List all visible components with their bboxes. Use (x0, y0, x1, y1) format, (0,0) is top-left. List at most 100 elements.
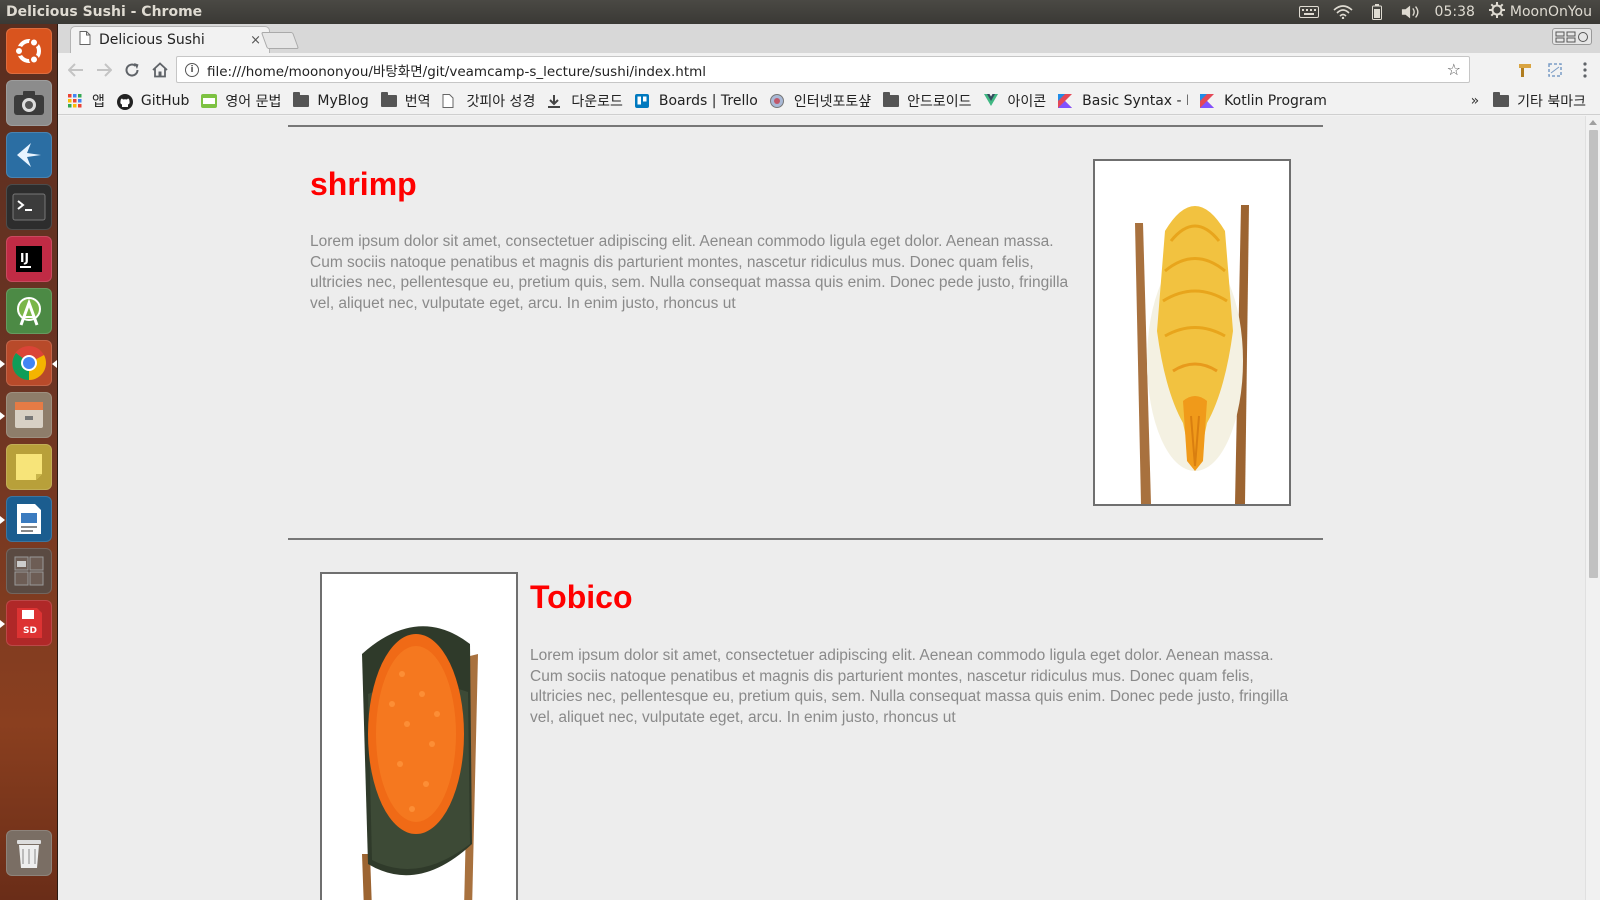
bookmark-myblog[interactable]: MyBlog (293, 91, 369, 109)
blog-icon (201, 93, 218, 108)
bookmark-label: Boards | Trello (658, 92, 758, 109)
writer-icon[interactable] (6, 496, 52, 542)
bookmark-icons[interactable]: 아이콘 (983, 91, 1046, 111)
tobico-sushi-image (320, 572, 518, 900)
bookmark-label: 다운로드 (571, 93, 623, 110)
extension-capture-icon[interactable] (1546, 61, 1564, 79)
terminal-icon[interactable] (6, 184, 52, 230)
folder-icon (293, 91, 310, 107)
clock[interactable]: 05:38 (1435, 4, 1475, 20)
remmina-icon[interactable] (6, 132, 52, 178)
svg-text:IJ: IJ (20, 251, 29, 265)
folder-icon (883, 91, 900, 107)
page-viewport[interactable]: shrimp Lorem ipsum dolor sit amet, conse… (58, 116, 1600, 900)
vue-icon (983, 93, 1000, 108)
tab-title: Delicious Sushi (99, 32, 205, 48)
address-bar[interactable]: i file:///home/moononyou/바탕화면/git/veamca… (176, 56, 1470, 83)
launcher-running-pip (0, 412, 5, 420)
window-title: Delicious Sushi - Chrome (6, 4, 203, 20)
folder-icon (380, 91, 397, 107)
page-icon (442, 93, 458, 108)
bookmark-trello[interactable]: Boards | Trello (634, 92, 758, 109)
tab-active[interactable]: Delicious Sushi × (70, 26, 270, 53)
back-icon[interactable] (62, 56, 90, 84)
home-icon[interactable] (146, 56, 174, 84)
folder-icon (1493, 91, 1510, 107)
sticky-notes-icon[interactable] (6, 444, 52, 490)
extensions-area (1516, 57, 1594, 83)
section-divider (288, 538, 1323, 540)
bookmarks-bar: 앱 GitHub 영어 문법 MyBlog 번역 갓피아 성경 다운로드 Boa… (58, 87, 1600, 115)
info-icon[interactable]: i (185, 62, 199, 77)
bookmark-translate[interactable]: 번역 (380, 91, 431, 111)
apps-grid-icon (68, 93, 84, 108)
section-divider (288, 125, 1323, 127)
system-tray: 05:38 MoonOnYou (1298, 2, 1600, 22)
github-icon (116, 93, 133, 110)
bookmark-github[interactable]: GitHub (116, 92, 190, 110)
url-text[interactable]: file:///home/moononyou/바탕화면/git/veamcamp… (207, 60, 1447, 80)
download-icon (547, 94, 563, 108)
bookmark-photoshop[interactable]: 인터넷포토샾 (769, 91, 872, 111)
launcher-active-pip (0, 360, 5, 368)
ubuntu-dash-icon[interactable] (6, 28, 52, 74)
svg-text:SD: SD (23, 626, 37, 636)
other-bookmarks-label: 기타 북마크 (1517, 93, 1586, 110)
bookmark-label: 갓피아 성경 (466, 93, 536, 110)
browser-window: Delicious Sushi × i file:///home/moonony… (58, 24, 1600, 900)
files-icon[interactable] (6, 392, 52, 438)
user-name: MoonOnYou (1509, 4, 1592, 20)
scroll-up-arrow-icon[interactable] (1589, 120, 1597, 125)
intellij-icon[interactable]: IJ (6, 236, 52, 282)
bookmark-kotlin-programming[interactable]: Kotlin Program (1200, 93, 1332, 109)
battery-icon[interactable] (1367, 4, 1387, 20)
trash-icon[interactable] (6, 830, 52, 876)
bookmark-android[interactable]: 안드로이드 (883, 91, 972, 111)
bookmark-label: 안드로이드 (907, 93, 972, 110)
section-description: Lorem ipsum dolor sit amet, consectetuer… (530, 647, 1289, 726)
section-title: shrimp (310, 166, 417, 202)
bookmark-label: 앱 (92, 93, 105, 110)
volume-icon[interactable] (1401, 4, 1421, 20)
launcher-running-pip (0, 620, 5, 628)
launcher-focus-pip (52, 360, 57, 368)
vertical-scrollbar[interactable] (1585, 116, 1600, 900)
section-description: Lorem ipsum dolor sit amet, consectetuer… (310, 233, 1069, 312)
workspaces-icon[interactable] (6, 548, 52, 594)
scrollbar-thumb[interactable] (1589, 130, 1598, 578)
bookmark-label: Basic Syntax - K (1082, 92, 1189, 109)
bookmarks-overflow-button[interactable]: » (1471, 93, 1480, 109)
keyboard-icon[interactable] (1298, 4, 1319, 20)
other-bookmarks[interactable]: 기타 북마크 (1493, 91, 1586, 111)
star-icon[interactable]: ☆ (1447, 60, 1461, 79)
bookmark-label: 인터넷포토샾 (793, 93, 872, 110)
kotlin-icon (1058, 93, 1074, 108)
reload-icon[interactable] (118, 56, 146, 84)
kotlin-icon (1200, 93, 1216, 108)
android-studio-icon[interactable] (6, 288, 52, 334)
bookmark-downloads[interactable]: 다운로드 (547, 91, 623, 111)
close-icon[interactable]: × (250, 33, 261, 48)
bookmark-label: 영어 문법 (225, 93, 282, 110)
wifi-icon[interactable] (1333, 4, 1353, 20)
gear-icon (1488, 2, 1505, 22)
forward-icon[interactable] (90, 56, 118, 84)
screenshot-icon[interactable] (6, 80, 52, 126)
bookmark-bible[interactable]: 갓피아 성경 (442, 91, 535, 111)
photoshop-icon (769, 93, 786, 108)
bookmark-label: 번역 (404, 93, 431, 110)
launcher: IJ SD (0, 24, 58, 900)
user-menu[interactable]: MoonOnYou (1488, 2, 1592, 22)
bookmark-kotlin-basic-syntax[interactable]: Basic Syntax - K (1058, 93, 1188, 109)
profile-button[interactable] (1552, 28, 1592, 45)
extension-pin-icon[interactable] (1516, 61, 1534, 79)
section-title: Tobico (530, 579, 633, 615)
bookmark-apps[interactable]: 앱 (68, 91, 105, 111)
bookmark-label: MyBlog (317, 92, 369, 109)
sd-card-icon[interactable]: SD (6, 600, 52, 646)
bookmark-english-grammar[interactable]: 영어 문법 (201, 91, 281, 111)
menu-icon[interactable] (1576, 61, 1594, 79)
bookmark-label: GitHub (140, 92, 190, 109)
chrome-icon[interactable] (6, 340, 52, 386)
new-tab-button[interactable] (260, 32, 300, 49)
